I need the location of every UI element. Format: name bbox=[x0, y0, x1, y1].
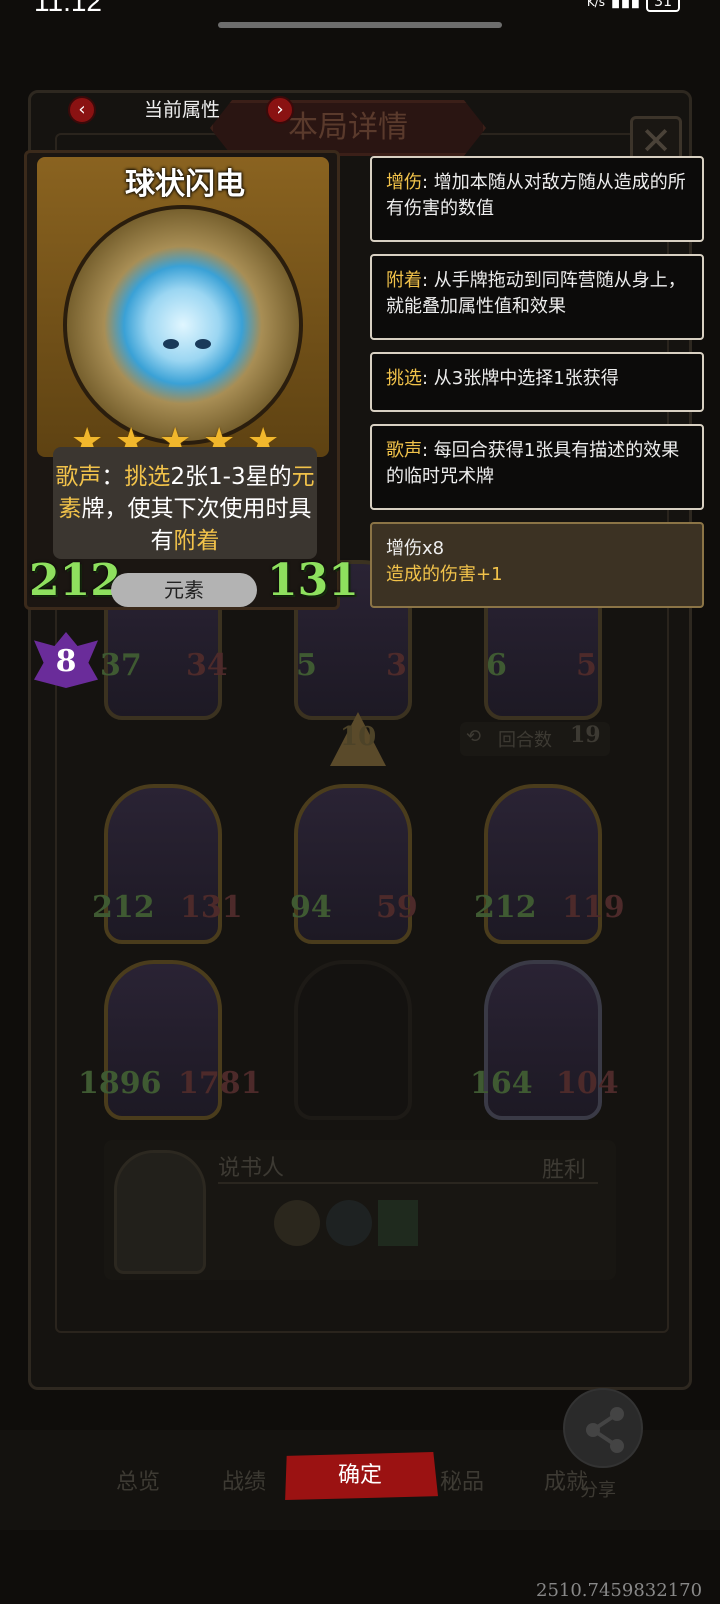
board-card-health: 131 bbox=[180, 890, 243, 925]
tooltip-text: : 每回合获得1张具有描述的效果的临时咒术牌 bbox=[386, 440, 680, 487]
card-tribe: 元素 bbox=[111, 573, 257, 607]
item-icon[interactable] bbox=[326, 1200, 372, 1246]
desc-text: ： bbox=[101, 464, 125, 490]
opponent-panel: 说书人 胜利 bbox=[104, 1140, 616, 1280]
board-card-health: 34 bbox=[186, 648, 228, 683]
board-card-health: 119 bbox=[562, 890, 625, 925]
empty-slot bbox=[294, 960, 412, 1120]
turn-marker-value: 10 bbox=[340, 722, 377, 752]
share-button[interactable] bbox=[563, 1388, 643, 1468]
status-icons: K/s ▮▮▮ 31 bbox=[586, 0, 680, 12]
network-speed-unit: K/s bbox=[586, 0, 605, 9]
card-name: 球状闪电 bbox=[125, 167, 245, 202]
coordinate-readout: 2510.7459832170 bbox=[536, 1580, 703, 1601]
keyword-tooltip: 挑选: 从3张牌中选择1张获得 bbox=[370, 352, 704, 412]
portrait-face bbox=[163, 339, 211, 355]
item-icon[interactable] bbox=[274, 1200, 320, 1246]
keyword-tooltip: 增伤: 增加本随从对敌方随从造成的所有伤害的数值 bbox=[370, 156, 704, 242]
desc-keyword-song: 歌声 bbox=[55, 464, 102, 490]
buff-tooltip: 增伤x8 造成的伤害+1 bbox=[370, 522, 704, 608]
board-card-health: 104 bbox=[556, 1066, 619, 1101]
confirm-button[interactable]: 确定 bbox=[285, 1452, 438, 1500]
board-card-attack: 164 bbox=[470, 1066, 533, 1101]
board-card-health: 59 bbox=[376, 890, 418, 925]
match-result: 胜利 bbox=[542, 1158, 587, 1183]
opponent-avatar bbox=[114, 1150, 206, 1274]
board-card-attack: 37 bbox=[100, 648, 142, 683]
board-card-attack: 212 bbox=[474, 890, 537, 925]
share-icon bbox=[586, 1407, 624, 1453]
keyword-tooltip: 歌声: 每回合获得1张具有描述的效果的临时咒术牌 bbox=[370, 424, 704, 510]
battery-level: 31 bbox=[654, 0, 672, 10]
board-card-attack: 5 bbox=[296, 648, 317, 683]
tooltip-text: : 从3张牌中选择1张获得 bbox=[422, 368, 619, 389]
card-description: 歌声：挑选2张1-3星的元素牌，使其下次使用时具有附着 bbox=[53, 447, 317, 559]
minion-card-popup: 球状闪电 ★ ★ ★ ★ ★ 歌声：挑选2张1-3星的元素牌，使其下次使用时具有… bbox=[24, 150, 359, 610]
keyword-tooltip: 附着: 从手牌拖动到同阵营随从身上，就能叠加属性值和效果 bbox=[370, 254, 704, 340]
buff-title: 增伤x8 bbox=[386, 538, 445, 559]
tooltip-text: : 增加本随从对敌方随从造成的所有伤害的数值 bbox=[386, 172, 686, 219]
rounds-value: 19 bbox=[570, 722, 601, 748]
current-attribute-label: 当前属性 bbox=[143, 99, 220, 121]
opponent-name: 说书人 bbox=[218, 1156, 285, 1181]
tab-treasure[interactable]: 秘品 bbox=[440, 1464, 484, 1496]
signal-icon: ▮▮▮ bbox=[610, 0, 641, 11]
rounds-label: 回合数 bbox=[498, 730, 552, 751]
board-card-attack: 1896 bbox=[78, 1066, 162, 1101]
book-icon[interactable] bbox=[378, 1200, 418, 1246]
card-portrait bbox=[63, 205, 303, 445]
drag-handle[interactable] bbox=[218, 22, 502, 28]
share-label: 分享 bbox=[580, 1480, 616, 1501]
board-card-health: 3 bbox=[386, 648, 407, 683]
card-attack: 212 bbox=[29, 555, 121, 606]
board-card-attack: 94 bbox=[290, 890, 332, 925]
desc-keyword-pick: 挑选 bbox=[124, 464, 171, 490]
tooltip-keyword: 歌声 bbox=[386, 440, 422, 461]
tooltip-keyword: 附着 bbox=[386, 270, 422, 291]
buff-effect: 造成的伤害+1 bbox=[386, 564, 503, 585]
board-card-attack: 6 bbox=[486, 648, 507, 683]
rounds-icon: ⟲ bbox=[466, 726, 482, 747]
tooltip-keyword: 增伤 bbox=[386, 172, 422, 193]
status-time: 11:12 bbox=[34, 0, 102, 17]
desc-keyword-attach: 附着 bbox=[173, 528, 220, 554]
next-attribute-button[interactable]: › bbox=[266, 96, 294, 124]
divider bbox=[218, 1182, 598, 1184]
battery-icon: 31 bbox=[646, 0, 680, 12]
prev-attribute-button[interactable]: ‹ bbox=[68, 96, 96, 124]
tab-overview[interactable]: 总览 bbox=[116, 1464, 160, 1496]
card-health: 131 bbox=[267, 555, 359, 606]
tooltip-text: : 从手牌拖动到同阵营随从身上，就能叠加属性值和效果 bbox=[386, 270, 686, 317]
desc-text: 2张1-3星的 bbox=[170, 464, 292, 490]
board-card-health: 1781 bbox=[178, 1066, 262, 1101]
board-card-health: 5 bbox=[576, 648, 597, 683]
rounds-panel: ⟲ 回合数 19 bbox=[460, 722, 610, 756]
tooltip-keyword: 挑选 bbox=[386, 368, 422, 389]
tab-record[interactable]: 战绩 bbox=[222, 1464, 266, 1496]
board-card-attack: 212 bbox=[92, 890, 155, 925]
